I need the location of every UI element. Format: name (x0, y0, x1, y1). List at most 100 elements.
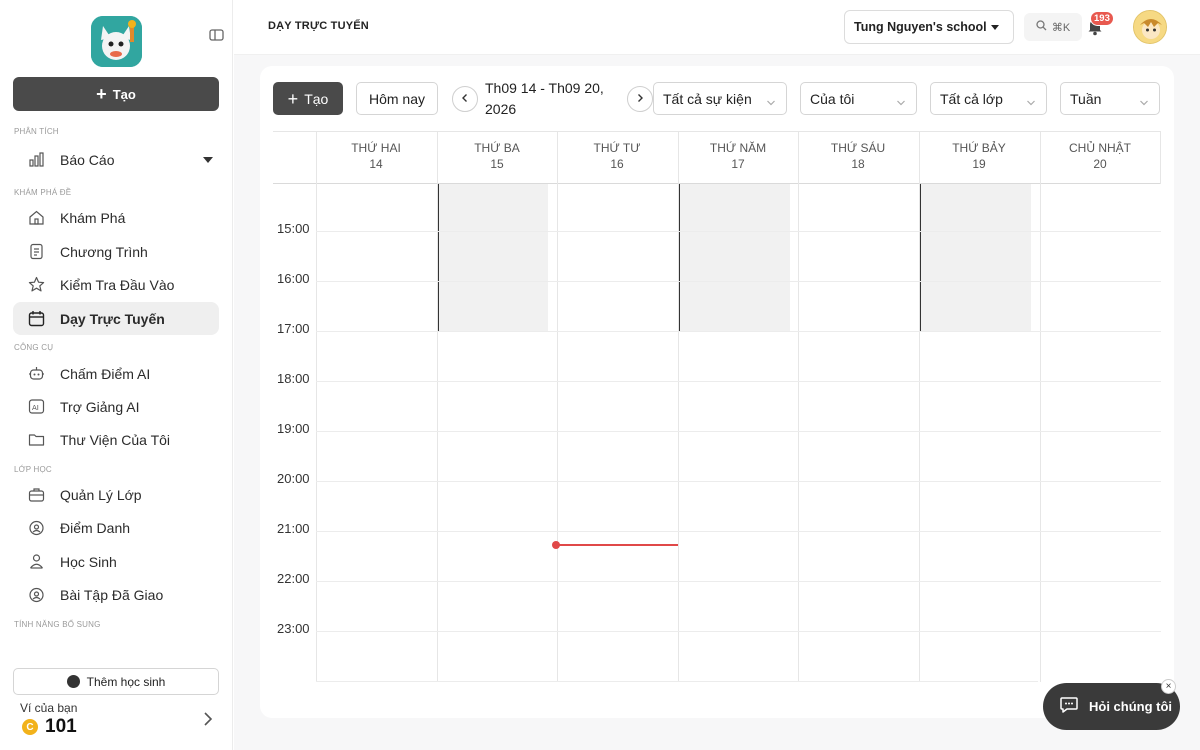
sidebar-create-label: Tạo (112, 86, 136, 102)
ai-icon: AI (28, 398, 45, 415)
hour-line (316, 381, 1161, 382)
caret-down-icon (991, 25, 999, 30)
hour-line (316, 681, 1038, 682)
sidebar-item-label: Bài Tập Đã Giao (60, 586, 164, 603)
event-filter-select[interactable]: Tất cả sự kiện (653, 82, 787, 115)
sidebar-item-online-teaching[interactable]: Dạy Trực Tuyến (13, 302, 219, 335)
wallet-balance[interactable]: C 101 (22, 716, 77, 738)
day-header-sun[interactable]: CHỦ NHẬT 20 (1040, 140, 1160, 172)
hour-line (316, 481, 1161, 482)
robot-icon (28, 365, 45, 382)
hour-line (316, 431, 1161, 432)
today-button[interactable]: Hôm nay (356, 82, 438, 115)
hour-label: 19:00 (277, 421, 310, 436)
hour-line (316, 631, 1161, 632)
event-filter-value: Tất cả sự kiện (663, 90, 752, 107)
create-event-label: Tạo (304, 90, 329, 107)
help-chat-button[interactable]: Hỏi chúng tôi (1043, 683, 1180, 730)
view-value: Tuần (1070, 90, 1102, 107)
calendar-header-top-border (273, 131, 1161, 132)
notification-badge: 193 (1090, 11, 1114, 26)
day-name: THỨ TƯ (593, 141, 641, 155)
chevron-right-icon[interactable] (202, 711, 214, 727)
search-button[interactable]: ⌘K (1024, 13, 1082, 41)
attendance-icon (28, 519, 45, 536)
create-event-button[interactable]: + Tạo (273, 82, 343, 115)
day-header-fri[interactable]: THỨ SÁU 18 (798, 140, 918, 172)
day-header-thu[interactable]: THỨ NĂM 17 (678, 140, 798, 172)
sidebar-item-assigned-homework[interactable]: Bài Tập Đã Giao (13, 578, 219, 611)
day-name: CHỦ NHẬT (1069, 141, 1131, 155)
day-name: THỨ BẢY (952, 141, 1006, 155)
sidebar-item-label: Báo Cáo (60, 151, 115, 168)
document-icon (28, 243, 45, 260)
next-week-button[interactable] (627, 86, 653, 112)
wallet-amount: 101 (45, 716, 77, 737)
sidebar-item-label: Dạy Trực Tuyến (60, 310, 165, 327)
hour-label: 18:00 (277, 371, 310, 386)
app-logo[interactable] (91, 16, 142, 67)
view-select[interactable]: Tuần (1060, 82, 1160, 115)
hour-label: 22:00 (277, 571, 310, 586)
sidebar-item-ai-assistant[interactable]: AI Trợ Giảng AI (13, 390, 219, 423)
hour-label: 17:00 (277, 321, 310, 336)
add-student-button[interactable]: Thêm học sinh (13, 668, 219, 695)
day-header-mon[interactable]: THỨ HAI 14 (316, 140, 436, 172)
day-name: THỨ HAI (351, 141, 401, 155)
sidebar-item-explore[interactable]: Khám Phá (13, 201, 219, 234)
section-title-classes: LỚP HỌC (14, 465, 52, 474)
hour-line (316, 531, 1161, 532)
sidebar-item-label: Thư Viện Của Tôi (60, 431, 171, 448)
wallet-label: Ví của bạn (20, 701, 78, 715)
date-range: Th09 14 - Th09 20, 2026 (485, 80, 604, 117)
chevron-down-icon (1139, 94, 1149, 106)
sidebar-item-label: Trợ Giảng AI (60, 398, 140, 415)
sidebar-collapse-icon[interactable] (209, 28, 225, 42)
school-select[interactable]: Tung Nguyen's school (844, 10, 1014, 44)
day-date: 16 (610, 157, 624, 171)
day-date: 15 (490, 157, 504, 171)
sidebar-item-reports[interactable]: Báo Cáo (13, 143, 219, 176)
sidebar-create-button[interactable]: + Tạo (13, 77, 219, 111)
briefcase-icon (28, 486, 45, 503)
sidebar-item-my-library[interactable]: Thư Viện Của Tôi (13, 423, 219, 456)
avatar[interactable] (1133, 10, 1167, 44)
caret-down-icon (203, 157, 213, 163)
plus-icon: + (96, 84, 107, 104)
day-header-wed[interactable]: THỨ TƯ 16 (557, 140, 677, 172)
class-filter-select[interactable]: Tất cả lớp (930, 82, 1047, 115)
bar-chart-icon (28, 151, 45, 168)
home-icon (28, 209, 45, 226)
hour-label: 23:00 (277, 621, 310, 636)
sidebar-item-attendance[interactable]: Điểm Danh (13, 511, 219, 544)
plus-icon: + (287, 88, 299, 109)
column-divider (678, 131, 679, 682)
class-filter-value: Tất cả lớp (940, 90, 1003, 107)
day-header-sat[interactable]: THỨ BẢY 19 (919, 140, 1039, 172)
close-icon[interactable]: × (1161, 679, 1176, 694)
sidebar-item-class-management[interactable]: Quản Lý Lớp (13, 478, 219, 511)
chevron-down-icon (766, 94, 776, 106)
day-header-tue[interactable]: THỨ BA 15 (437, 140, 557, 172)
day-date: 14 (369, 157, 383, 171)
add-student-icon (66, 675, 80, 688)
week-calendar: THỨ HAI 14 THỨ BA 15 THỨ TƯ 16 THỨ NĂM 1… (273, 131, 1161, 682)
sidebar-item-label: Khám Phá (60, 209, 126, 226)
hour-line (316, 331, 1161, 332)
sidebar-item-label: Quản Lý Lớp (60, 486, 142, 503)
unavailable-block[interactable] (919, 184, 1031, 331)
prev-week-button[interactable] (452, 86, 478, 112)
unavailable-block[interactable] (678, 184, 790, 331)
sidebar-item-students[interactable]: Học Sinh (13, 545, 219, 578)
unavailable-block[interactable] (437, 184, 548, 331)
current-time-line (556, 544, 678, 546)
search-shortcut: ⌘K (1051, 21, 1071, 34)
school-name: Tung Nguyen's school (854, 20, 987, 34)
owner-filter-select[interactable]: Của tôi (800, 82, 917, 115)
hour-label: 20:00 (277, 471, 310, 486)
hour-line (316, 581, 1161, 582)
sidebar-item-ai-grading[interactable]: Chấm Điểm AI (13, 357, 219, 390)
sidebar-item-program[interactable]: Chương Trình (13, 235, 219, 268)
sidebar-item-entry-test[interactable]: Kiểm Tra Đầu Vào (13, 268, 219, 301)
add-student-label: Thêm học sinh (86, 674, 166, 689)
